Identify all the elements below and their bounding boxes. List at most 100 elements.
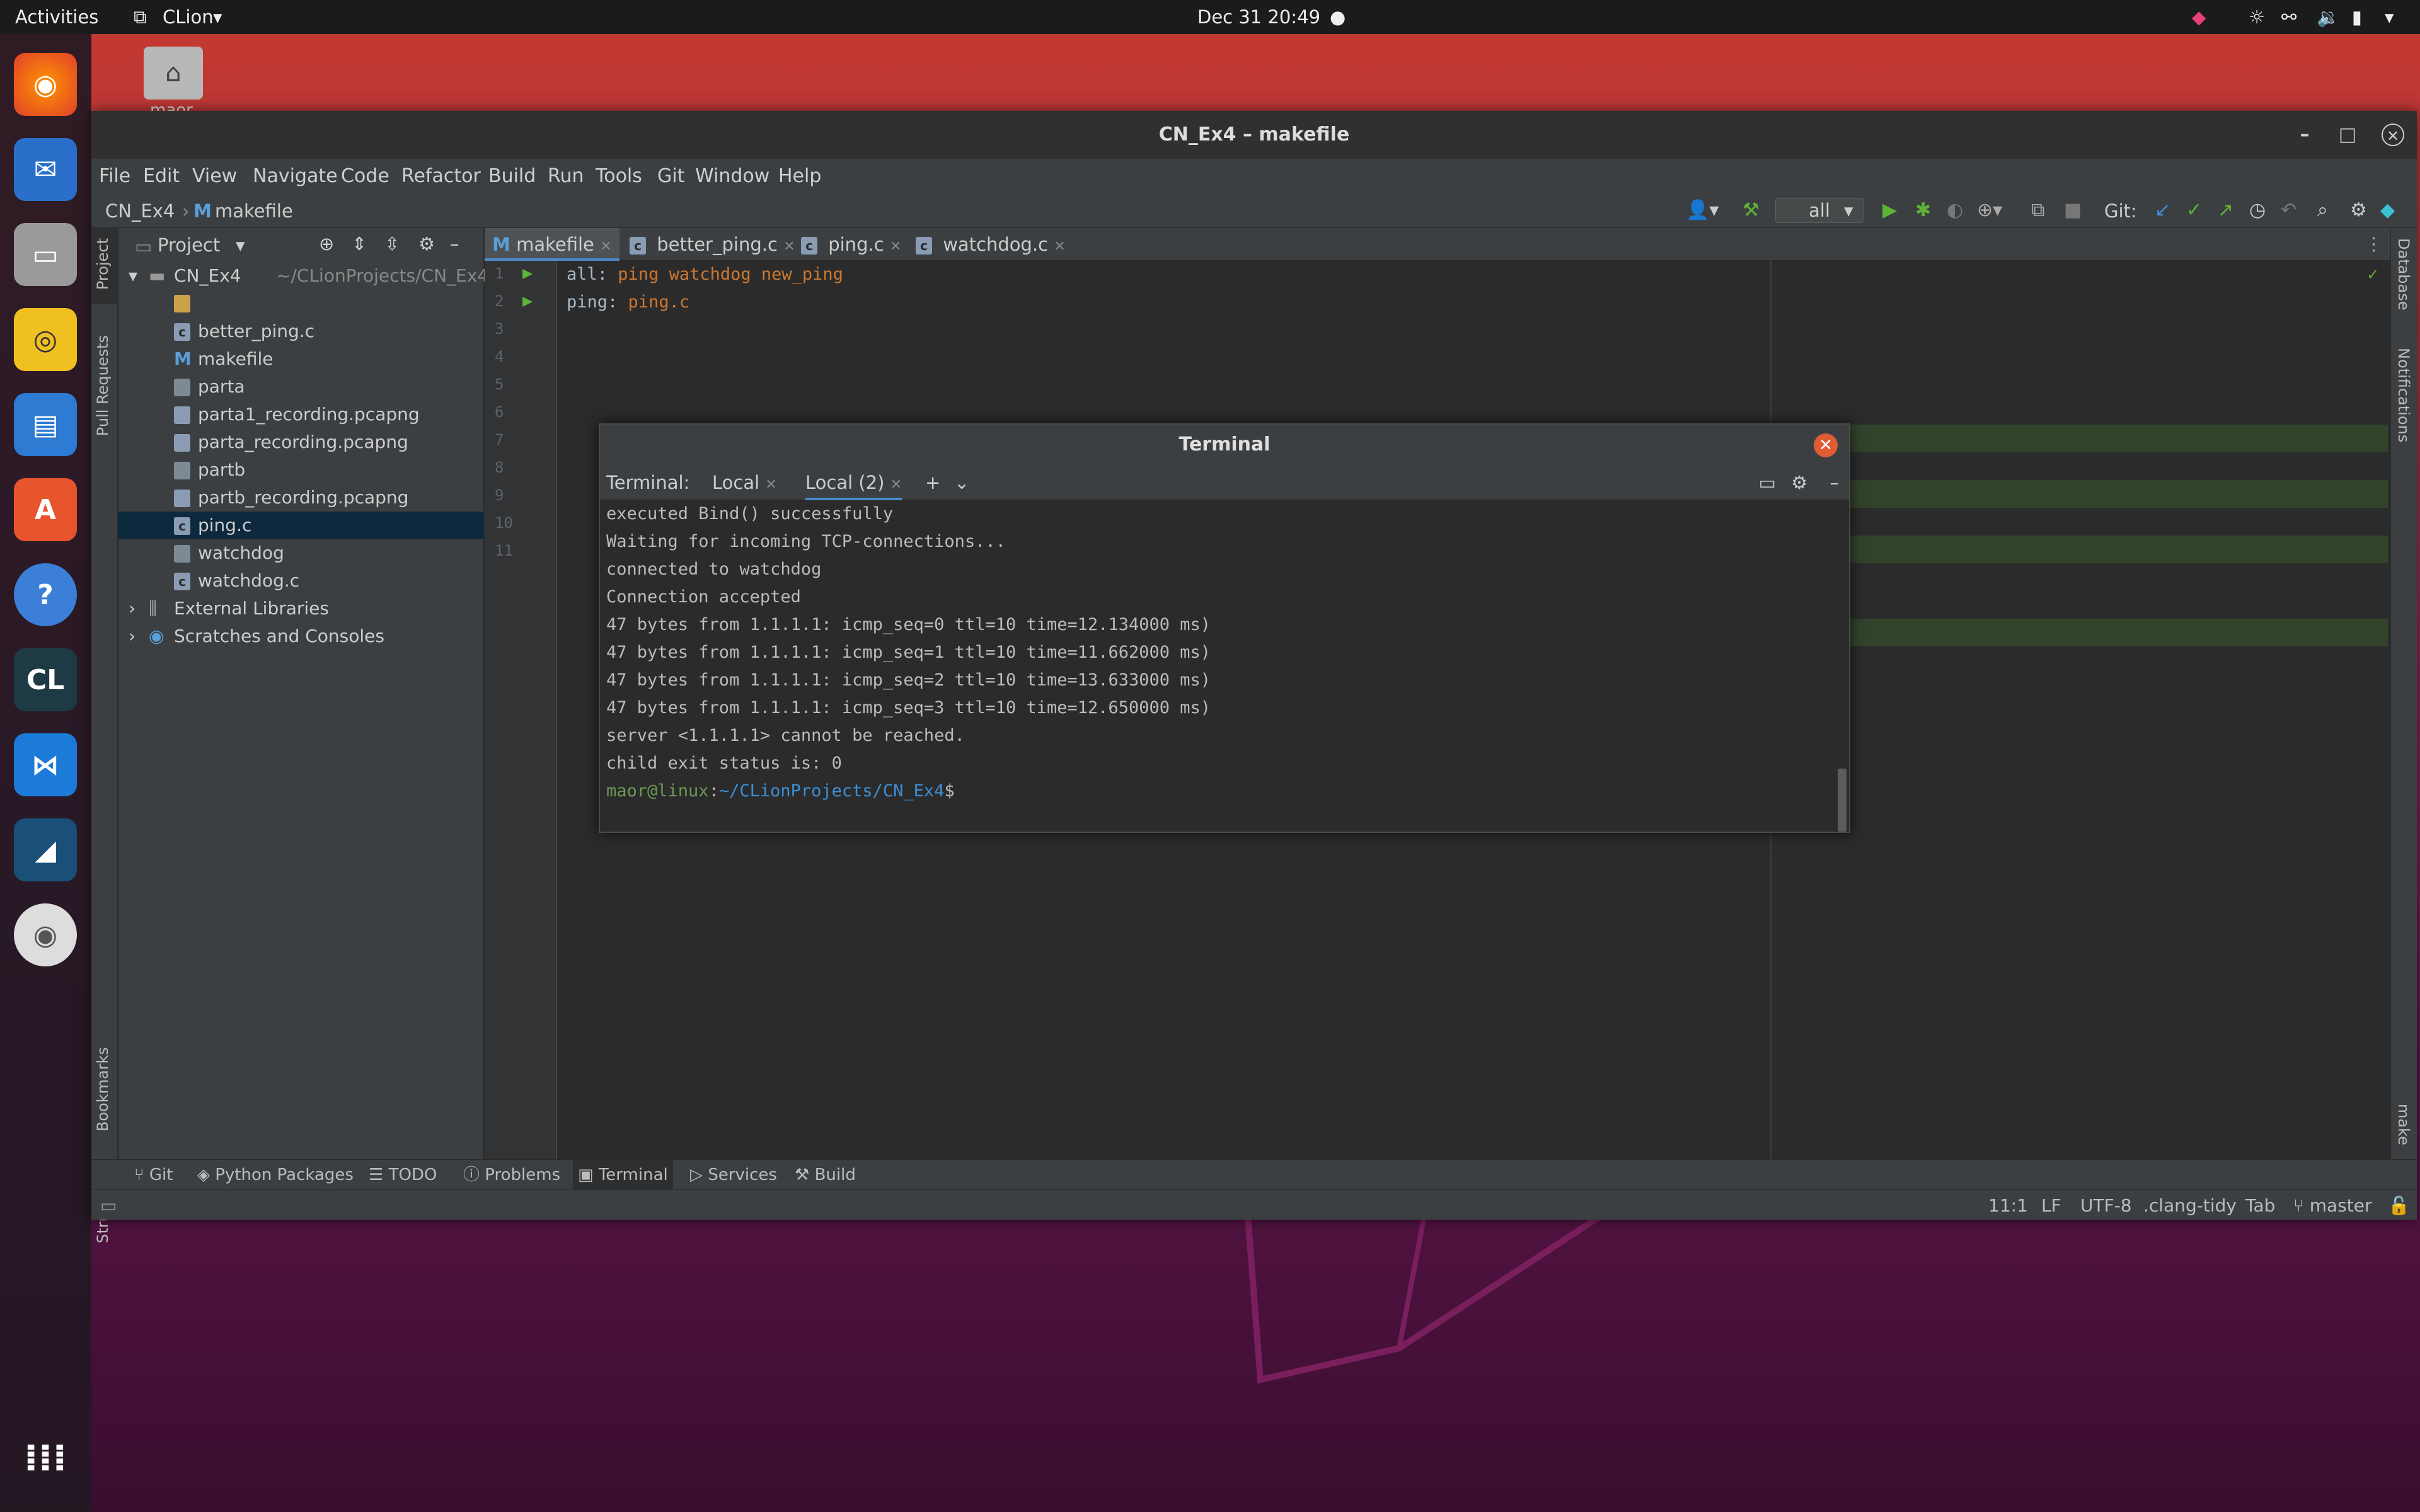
tree-item[interactable]: partb_recording.pcapng [118,484,483,512]
user-icon[interactable]: 👤▾ [1686,199,1719,221]
tree-external-libraries[interactable]: › ⫼ External Libraries [118,595,483,622]
more-tabs-icon[interactable]: ⋮ [2365,233,2383,255]
git-branch[interactable]: ⑂ master [2293,1195,2371,1216]
run-target-icon[interactable]: ▶ [522,263,533,283]
menu-window[interactable]: Window [695,165,769,187]
attach-icon[interactable]: ⧉ [2031,199,2044,221]
locate-icon[interactable]: ⊕ [319,233,334,255]
pull-requests-tool-tab[interactable]: Pull Requests [94,335,112,436]
menu-git[interactable]: Git [657,165,684,187]
tree-item[interactable]: c watchdog.c [118,567,483,595]
brightness-icon[interactable]: ☼ [2249,6,2265,28]
tree-item[interactable]: parta_recording.pcapng [118,428,483,456]
plugin-icon[interactable]: ◆ [2380,199,2395,221]
caret-position[interactable]: 11:1 [1988,1195,2028,1216]
expand-all-icon[interactable]: ⇕ [352,233,367,255]
tree-item-unnamed[interactable] [118,290,483,318]
maximize-panel-icon[interactable]: ▭ [1759,465,1776,500]
app-indicator-icon[interactable]: ◆ [2192,6,2206,28]
software-center-icon[interactable]: A [14,478,77,541]
minimize-icon[interactable]: – [2293,123,2316,146]
chevron-down-icon[interactable]: ▾ [236,234,245,256]
writer-icon[interactable]: ▤ [14,393,77,456]
system-menu-icon[interactable]: ▾ [2385,6,2394,28]
home-folder-icon[interactable]: ⌂ [144,47,203,100]
tree-item[interactable]: M makefile [118,345,483,373]
rollback-icon[interactable]: ↶ [2281,199,2296,221]
network-icon[interactable]: ⚯ [2281,6,2296,28]
tree-item-selected[interactable]: c ping.c [118,512,483,539]
menu-view[interactable]: View [192,165,237,187]
tree-item[interactable]: c better_ping.c [118,318,483,345]
run-icon[interactable]: ▶ [1882,199,1897,221]
menu-navigate[interactable]: Navigate [253,165,338,187]
git-update-icon[interactable]: ↙ [2155,199,2170,221]
lock-icon[interactable]: 🔓 [2388,1195,2410,1216]
tab-watchdog[interactable]: c watchdog.c ✕ [908,228,1073,261]
coverage-icon[interactable]: ◐ [1947,199,1963,221]
clion-dock-icon[interactable]: CL [14,648,77,711]
menu-build[interactable]: Build [488,165,536,187]
inspection-ok-icon[interactable]: ✓ [2368,265,2378,284]
chevron-down-icon[interactable]: ▾ [129,262,137,290]
close-tab-icon[interactable]: ✕ [765,477,776,493]
history-icon[interactable]: ◷ [2249,199,2266,221]
chevron-right-icon[interactable]: › [129,595,135,622]
stop-icon[interactable]: ■ [2064,199,2082,221]
firefox-icon[interactable]: ◉ [14,53,77,116]
git-commit-icon[interactable]: ✓ [2186,199,2202,221]
toggle-tool-windows-icon[interactable]: ▭ [100,1195,117,1216]
python-packages-tool-button[interactable]: ◈ Python Packages [192,1160,359,1190]
close-tab-icon[interactable]: ✕ [600,239,611,255]
tree-item[interactable]: parta [118,373,483,401]
close-tab-icon[interactable]: ✕ [1054,239,1065,255]
gear-icon[interactable]: ⚙ [1791,465,1807,500]
bookmarks-tool-tab[interactable]: Bookmarks [94,1047,112,1131]
collapse-all-icon[interactable]: ⇳ [384,233,400,255]
line-separator[interactable]: LF [2041,1195,2061,1216]
files-icon[interactable]: ▭ [14,223,77,286]
close-tab-icon[interactable]: ✕ [890,239,901,255]
tree-item[interactable]: parta1_recording.pcapng [118,401,483,428]
menu-tools[interactable]: Tools [596,165,642,187]
menu-refactor[interactable]: Refactor [401,165,481,187]
project-view-select[interactable]: Project [158,234,220,256]
tab-makefile[interactable]: M makefile ✕ [485,228,619,261]
menu-help[interactable]: Help [778,165,821,187]
tree-scratches[interactable]: › ◉ Scratches and Consoles [118,622,483,650]
make-tool-tab[interactable]: make [2395,1104,2412,1145]
clock[interactable]: Dec 31 20:49 [1197,6,1320,28]
volume-icon[interactable]: 🔉 [2317,6,2339,28]
run-target-icon[interactable]: ▶ [522,291,533,311]
build-hammer-icon[interactable]: ⚒ [1743,199,1760,221]
thunderbird-icon[interactable]: ✉ [14,138,77,201]
notifications-tool-tab[interactable]: Notifications [2395,348,2412,442]
problems-tool-button[interactable]: ⓘ Problems [458,1160,565,1190]
project-tool-tab[interactable]: Project [94,238,112,290]
terminal-tab-local-2[interactable]: Local (2) ✕ [805,465,902,500]
hide-panel-icon[interactable]: – [450,233,459,255]
todo-tool-button[interactable]: ☰ TODO [364,1160,442,1190]
wireshark-icon[interactable]: ◢ [14,818,77,881]
breadcrumb-file[interactable]: makefile [215,200,293,222]
debug-icon[interactable]: ✱ [1915,199,1931,221]
window-title-bar[interactable]: CN_Ex4 – makefile – □ ✕ [91,111,2417,159]
search-icon[interactable]: ⌕ [2317,199,2328,221]
build-tool-button[interactable]: ⚒ Build [790,1160,861,1190]
menu-file[interactable]: File [99,165,130,187]
disc-icon[interactable]: ◉ [14,903,77,966]
terminal-tab-local[interactable]: Local ✕ [712,465,777,500]
clang-tidy-config[interactable]: .clang-tidy [2143,1195,2237,1216]
profile-icon[interactable]: ⊕▾ [1977,199,2002,221]
app-menu-button[interactable]: CLion [163,6,214,28]
close-tab-icon[interactable]: ✕ [890,477,902,493]
git-tool-button[interactable]: ⑂ Git [129,1160,178,1190]
hide-panel-icon[interactable]: – [1830,465,1840,500]
maximize-icon[interactable]: □ [2336,123,2359,146]
chevron-down-icon[interactable]: ⌄ [954,465,969,500]
tab-better-ping[interactable]: c better_ping.c ✕ [622,228,803,261]
vscode-icon[interactable]: ⋈ [14,733,77,796]
settings-icon[interactable]: ⚙ [2350,199,2367,221]
run-config-select[interactable]: all ▾ [1775,198,1864,223]
terminal-output[interactable]: executed Bind() successfully Waiting for… [600,500,1849,833]
